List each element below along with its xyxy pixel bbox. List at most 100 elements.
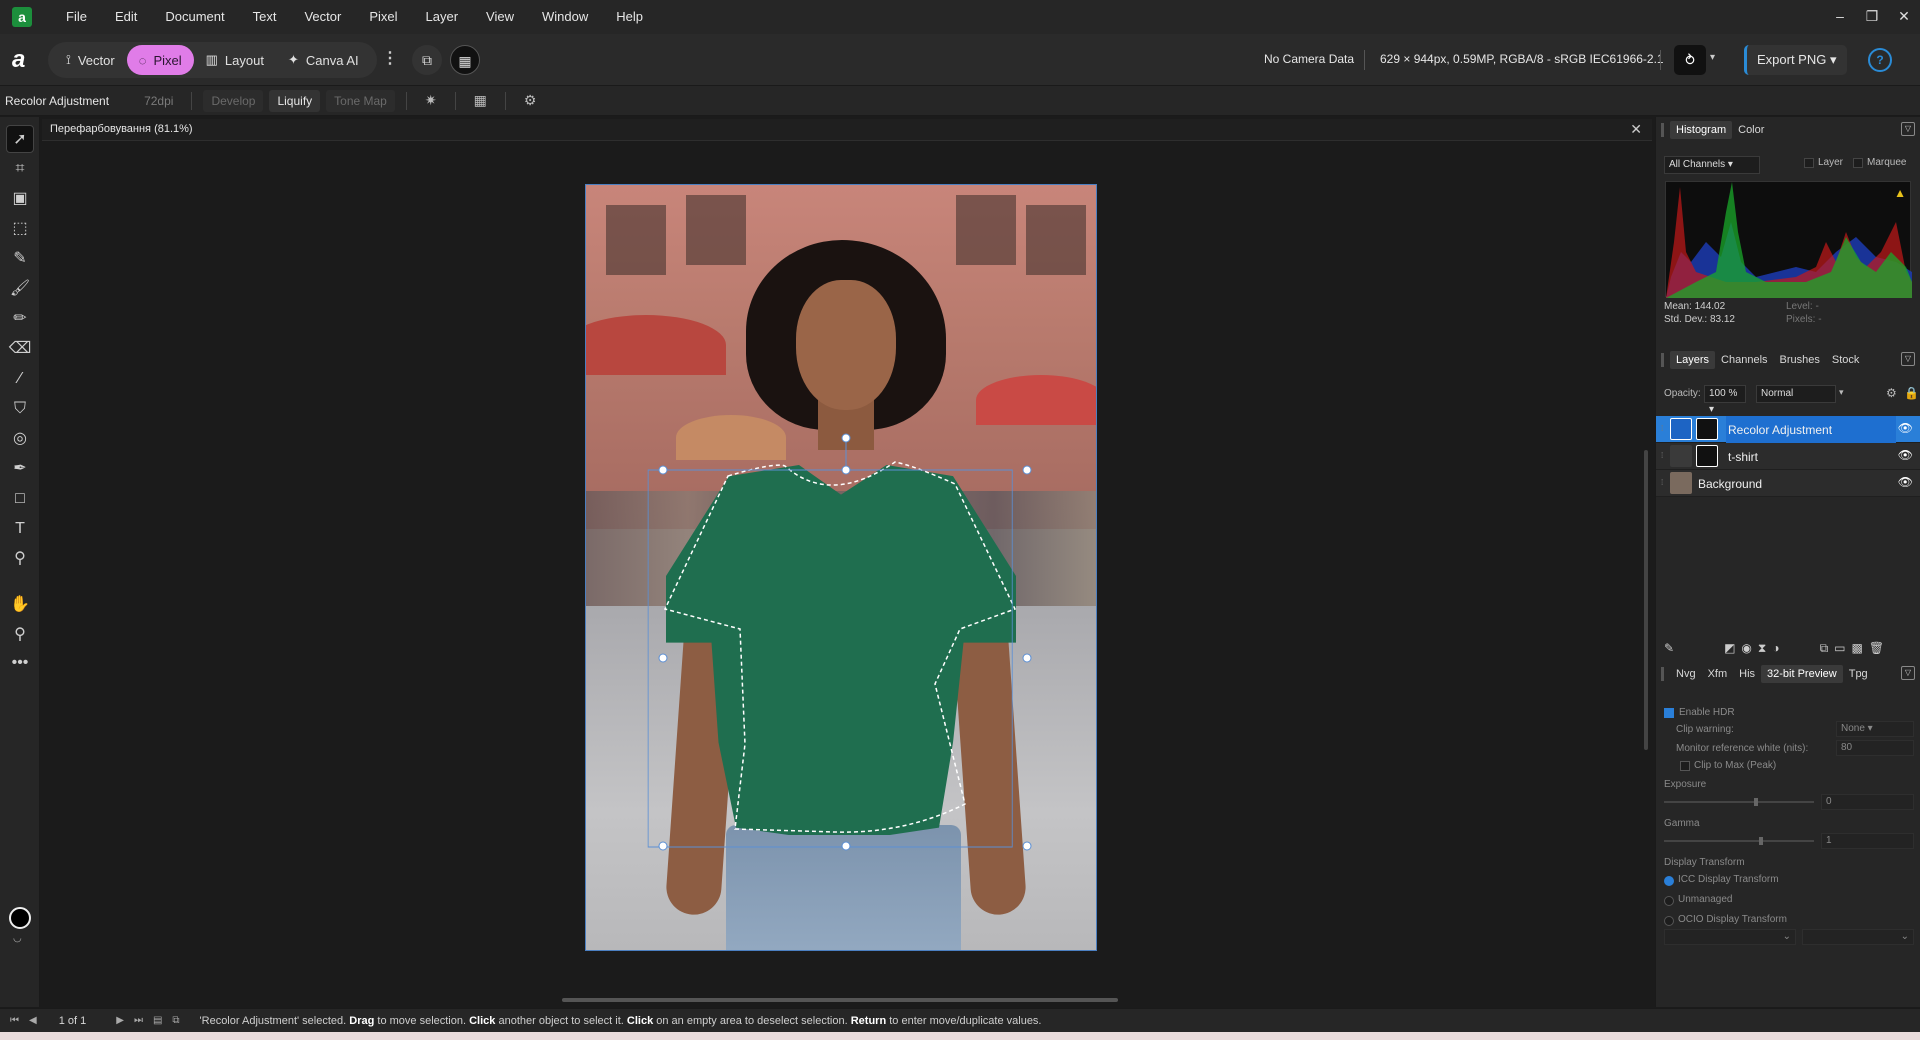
text-tool-icon[interactable]: T (6, 515, 34, 543)
settings-gear-icon[interactable]: ⚙ (514, 92, 547, 109)
menu-layer[interactable]: Layer (412, 0, 473, 34)
tab-history[interactable]: His (1733, 665, 1761, 683)
tab-brushes[interactable]: Brushes (1774, 351, 1826, 369)
ocio-view-select[interactable]: ⌄ (1802, 929, 1914, 945)
pencil-tool-icon[interactable]: ✏ (6, 305, 34, 333)
pen-tool-icon[interactable]: ✒ (6, 455, 34, 483)
marquee-checkbox[interactable] (1853, 158, 1863, 168)
drag-grip-icon[interactable]: ⁞ (1661, 478, 1667, 488)
opacity-field[interactable]: 100 % ▾ (1704, 385, 1746, 415)
layer-row-tshirt[interactable]: ⁞ t-shirt 👁 (1656, 443, 1920, 470)
persona-canva-ai[interactable]: ✦ Canva AI (276, 45, 371, 75)
layer-settings-gear-icon[interactable]: ⚙ (1886, 386, 1897, 400)
gamma-slider[interactable] (1664, 837, 1814, 845)
gamma-slider-knob[interactable] (1759, 837, 1763, 845)
grid-overlay-icon[interactable]: ▦ (464, 92, 497, 109)
more-options-icon[interactable]: ⋮ (382, 48, 398, 68)
edge-handle-bottom[interactable] (841, 841, 851, 851)
corner-handle-bl[interactable] (658, 841, 668, 851)
exposure-slider-knob[interactable] (1754, 798, 1758, 806)
transform-bounding-box[interactable] (647, 469, 1013, 848)
add-layer-icon[interactable]: ▭ (1834, 641, 1845, 655)
first-page-icon[interactable]: ⏮ (10, 1015, 19, 1026)
edge-handle-left[interactable] (658, 653, 668, 663)
color-picker-icon[interactable]: ⚲ (6, 545, 34, 573)
horizontal-scrollbar[interactable] (562, 998, 1118, 1002)
menu-vector[interactable]: Vector (290, 0, 355, 34)
panel-grip[interactable] (1661, 353, 1664, 367)
panel-grip[interactable] (1661, 123, 1664, 137)
enable-hdr-checkbox[interactable] (1664, 708, 1674, 718)
visibility-eye-icon[interactable]: 👁 (1898, 421, 1913, 435)
live-filter-icon[interactable]: ◑ (1772, 641, 1779, 655)
exposure-slider[interactable] (1664, 798, 1814, 806)
edge-handle-top[interactable] (841, 465, 851, 475)
close-window-icon[interactable]: ✕ (1888, 0, 1920, 34)
clip-to-max-checkbox[interactable] (1680, 761, 1690, 771)
unmanaged-radio[interactable] (1664, 896, 1674, 906)
vertical-scrollbar[interactable] (1644, 450, 1648, 750)
lock-icon[interactable]: 🔒 (1904, 386, 1919, 400)
marquee-tool-icon[interactable]: ⬚ (6, 215, 34, 243)
icc-transform-radio[interactable] (1664, 876, 1674, 886)
snapping-icon[interactable]: ⧉ (412, 45, 442, 75)
page-list-icon[interactable]: ▤ (153, 1015, 162, 1026)
menu-document[interactable]: Document (151, 0, 238, 34)
edit-layer-icon[interactable]: ✎ (1664, 641, 1674, 655)
layer-row-recolor[interactable]: ⁞ Recolor Adjustment 👁 (1656, 416, 1920, 443)
restore-icon[interactable]: ❐ (1856, 0, 1888, 34)
export-png-button[interactable]: Export PNG ▾ (1744, 45, 1847, 75)
menu-edit[interactable]: Edit (101, 0, 151, 34)
tone-map-button[interactable]: Tone Map (326, 89, 395, 112)
crop-tool-icon[interactable]: ⌗ (6, 155, 34, 183)
dpi-label[interactable]: 72dpi (134, 94, 183, 108)
last-page-icon[interactable]: ⏭ (134, 1015, 143, 1026)
collapse-panel-icon[interactable]: ▽ (1901, 352, 1915, 366)
menu-help[interactable]: Help (602, 0, 657, 34)
tab-transform[interactable]: Xfm (1702, 665, 1734, 683)
menu-view[interactable]: View (472, 0, 528, 34)
selection-overlay[interactable] (585, 184, 1097, 951)
erase-brush-icon[interactable]: ⌫ (6, 335, 34, 363)
collapse-panel-icon[interactable]: ▽ (1901, 122, 1915, 136)
collapse-panel-icon[interactable]: ▽ (1901, 666, 1915, 680)
layer-checkbox[interactable] (1804, 158, 1814, 168)
tab-histogram[interactable]: Histogram (1670, 121, 1733, 139)
ocio-config-select[interactable]: ⌄ (1664, 929, 1796, 945)
hand-tool-icon[interactable]: ✋ (6, 591, 34, 619)
liquify-button[interactable]: Liquify (269, 89, 321, 112)
fx-icon[interactable]: ◩ (1724, 641, 1735, 655)
persona-vector[interactable]: ⟟ Vector (54, 45, 127, 75)
zoom-tool-icon[interactable]: ⚲ (6, 621, 34, 649)
corner-handle-br[interactable] (1022, 841, 1032, 851)
app-logo-icon[interactable]: a (12, 7, 32, 27)
tab-transform-panel[interactable]: Tpg (1843, 665, 1874, 683)
ocio-transform-radio[interactable] (1664, 916, 1674, 926)
move-tool-icon[interactable]: ➚ (6, 125, 34, 153)
tab-stock[interactable]: Stock (1826, 351, 1866, 369)
menu-window[interactable]: Window (528, 0, 602, 34)
rectangle-tool-icon[interactable]: □ (6, 485, 34, 513)
next-page-icon[interactable]: ▶ (116, 1015, 124, 1026)
channel-select[interactable]: All Channels ▾ (1664, 156, 1760, 174)
layer-row-background[interactable]: ⁞ Background 👁 (1656, 470, 1920, 497)
visibility-eye-icon[interactable]: 👁 (1898, 448, 1913, 462)
persona-layout[interactable]: ▥ Layout (194, 45, 276, 75)
sync-icon[interactable]: ⥁ (1674, 45, 1706, 75)
tab-channels[interactable]: Channels (1715, 351, 1773, 369)
tab-navigator[interactable]: Nvg (1670, 665, 1702, 683)
page-options-icon[interactable]: ⧉ (172, 1015, 179, 1026)
tab-layers[interactable]: Layers (1670, 351, 1716, 369)
magic-wand-icon[interactable]: ✷ (415, 92, 447, 109)
dodge-tool-icon[interactable]: ∕ (6, 365, 34, 393)
tab-32bit-preview[interactable]: 32-bit Preview (1761, 665, 1843, 683)
clone-stamp-icon[interactable]: ⛉ (6, 395, 34, 423)
document-tab[interactable]: Перефарбовування (81.1%) ✕ (42, 119, 1652, 141)
menu-file[interactable]: File (52, 0, 101, 34)
adjustment-icon[interactable]: ⧗ (1758, 641, 1766, 656)
menu-pixel[interactable]: Pixel (355, 0, 411, 34)
gamma-field[interactable]: 1 (1821, 833, 1914, 849)
paint-brush-icon[interactable]: 🖌 (6, 275, 34, 303)
more-tools-icon[interactable]: ••• (6, 649, 34, 677)
delete-layer-icon[interactable]: 🗑 (1869, 641, 1884, 655)
